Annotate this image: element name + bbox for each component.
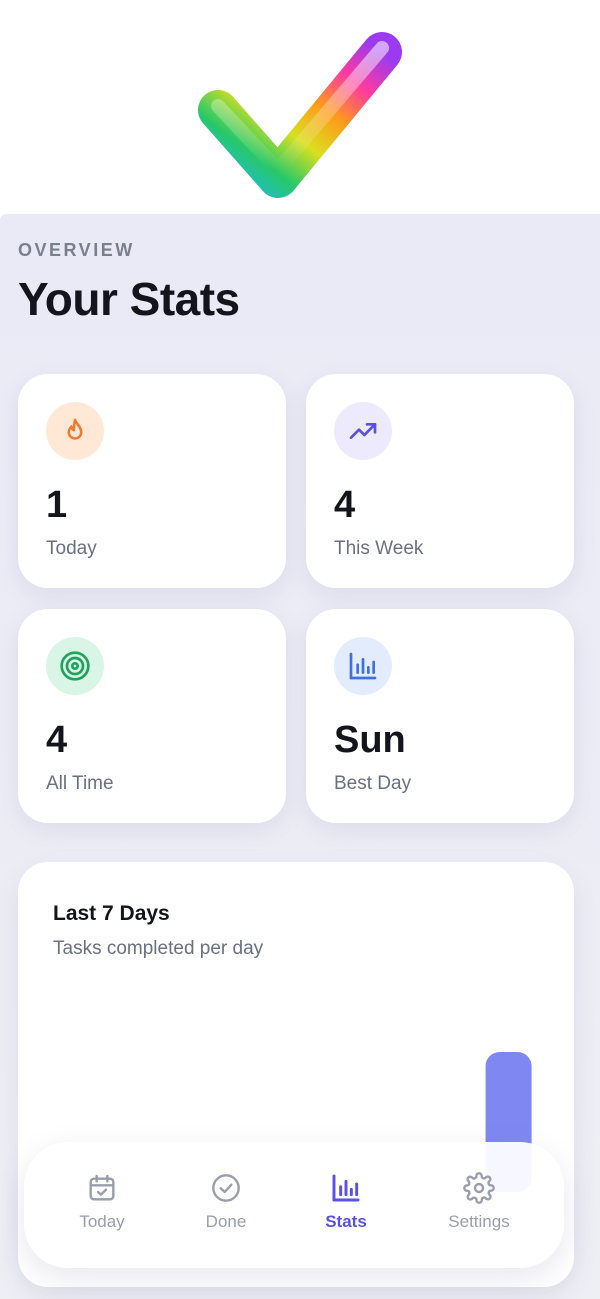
nav-item-today[interactable]: Today (42, 1172, 162, 1242)
stat-card-best-day: Sun Best Day (306, 609, 574, 823)
target-icon (60, 651, 90, 681)
stat-value: 1 (46, 484, 68, 526)
nav-item-done[interactable]: Done (166, 1172, 286, 1242)
nav-label: Today (79, 1212, 125, 1231)
stat-value: 4 (334, 484, 356, 526)
stat-label: Best Day (334, 773, 412, 794)
calendar-check-icon (89, 1174, 115, 1201)
bottom-nav: Today Done Stats Settings (24, 1142, 564, 1268)
app-root: OVERVIEW Your Stats 1 Today 4 This Week (0, 0, 600, 1299)
stat-label: This Week (334, 538, 424, 559)
logo-area (0, 0, 600, 214)
stat-card-today: 1 Today (18, 374, 286, 588)
stat-label: Today (46, 538, 97, 559)
icon-circle (334, 637, 392, 695)
flame-icon (67, 418, 83, 440)
gear-icon (463, 1172, 495, 1204)
stat-label: All Time (46, 773, 114, 794)
icon-circle (46, 402, 104, 460)
section-eyebrow: OVERVIEW (18, 240, 135, 260)
bar-chart-icon (349, 652, 377, 680)
icon-circle (46, 637, 104, 695)
nav-label: Done (205, 1212, 247, 1231)
trending-up-icon (349, 423, 377, 439)
nav-item-settings[interactable]: Settings (419, 1172, 539, 1242)
stat-value: 4 (46, 719, 68, 761)
app-logo-checkmark-icon (198, 32, 402, 198)
stat-card-all-time: 4 All Time (18, 609, 286, 823)
bar-chart-icon (332, 1174, 360, 1202)
nav-label: Settings (448, 1212, 510, 1231)
stat-value: Sun (334, 719, 406, 761)
stat-card-this-week: 4 This Week (306, 374, 574, 588)
icon-circle (334, 402, 392, 460)
check-circle-icon (212, 1174, 240, 1202)
page-title: Your Stats (18, 273, 240, 325)
nav-item-stats[interactable]: Stats (286, 1172, 406, 1242)
nav-label: Stats (325, 1212, 367, 1231)
